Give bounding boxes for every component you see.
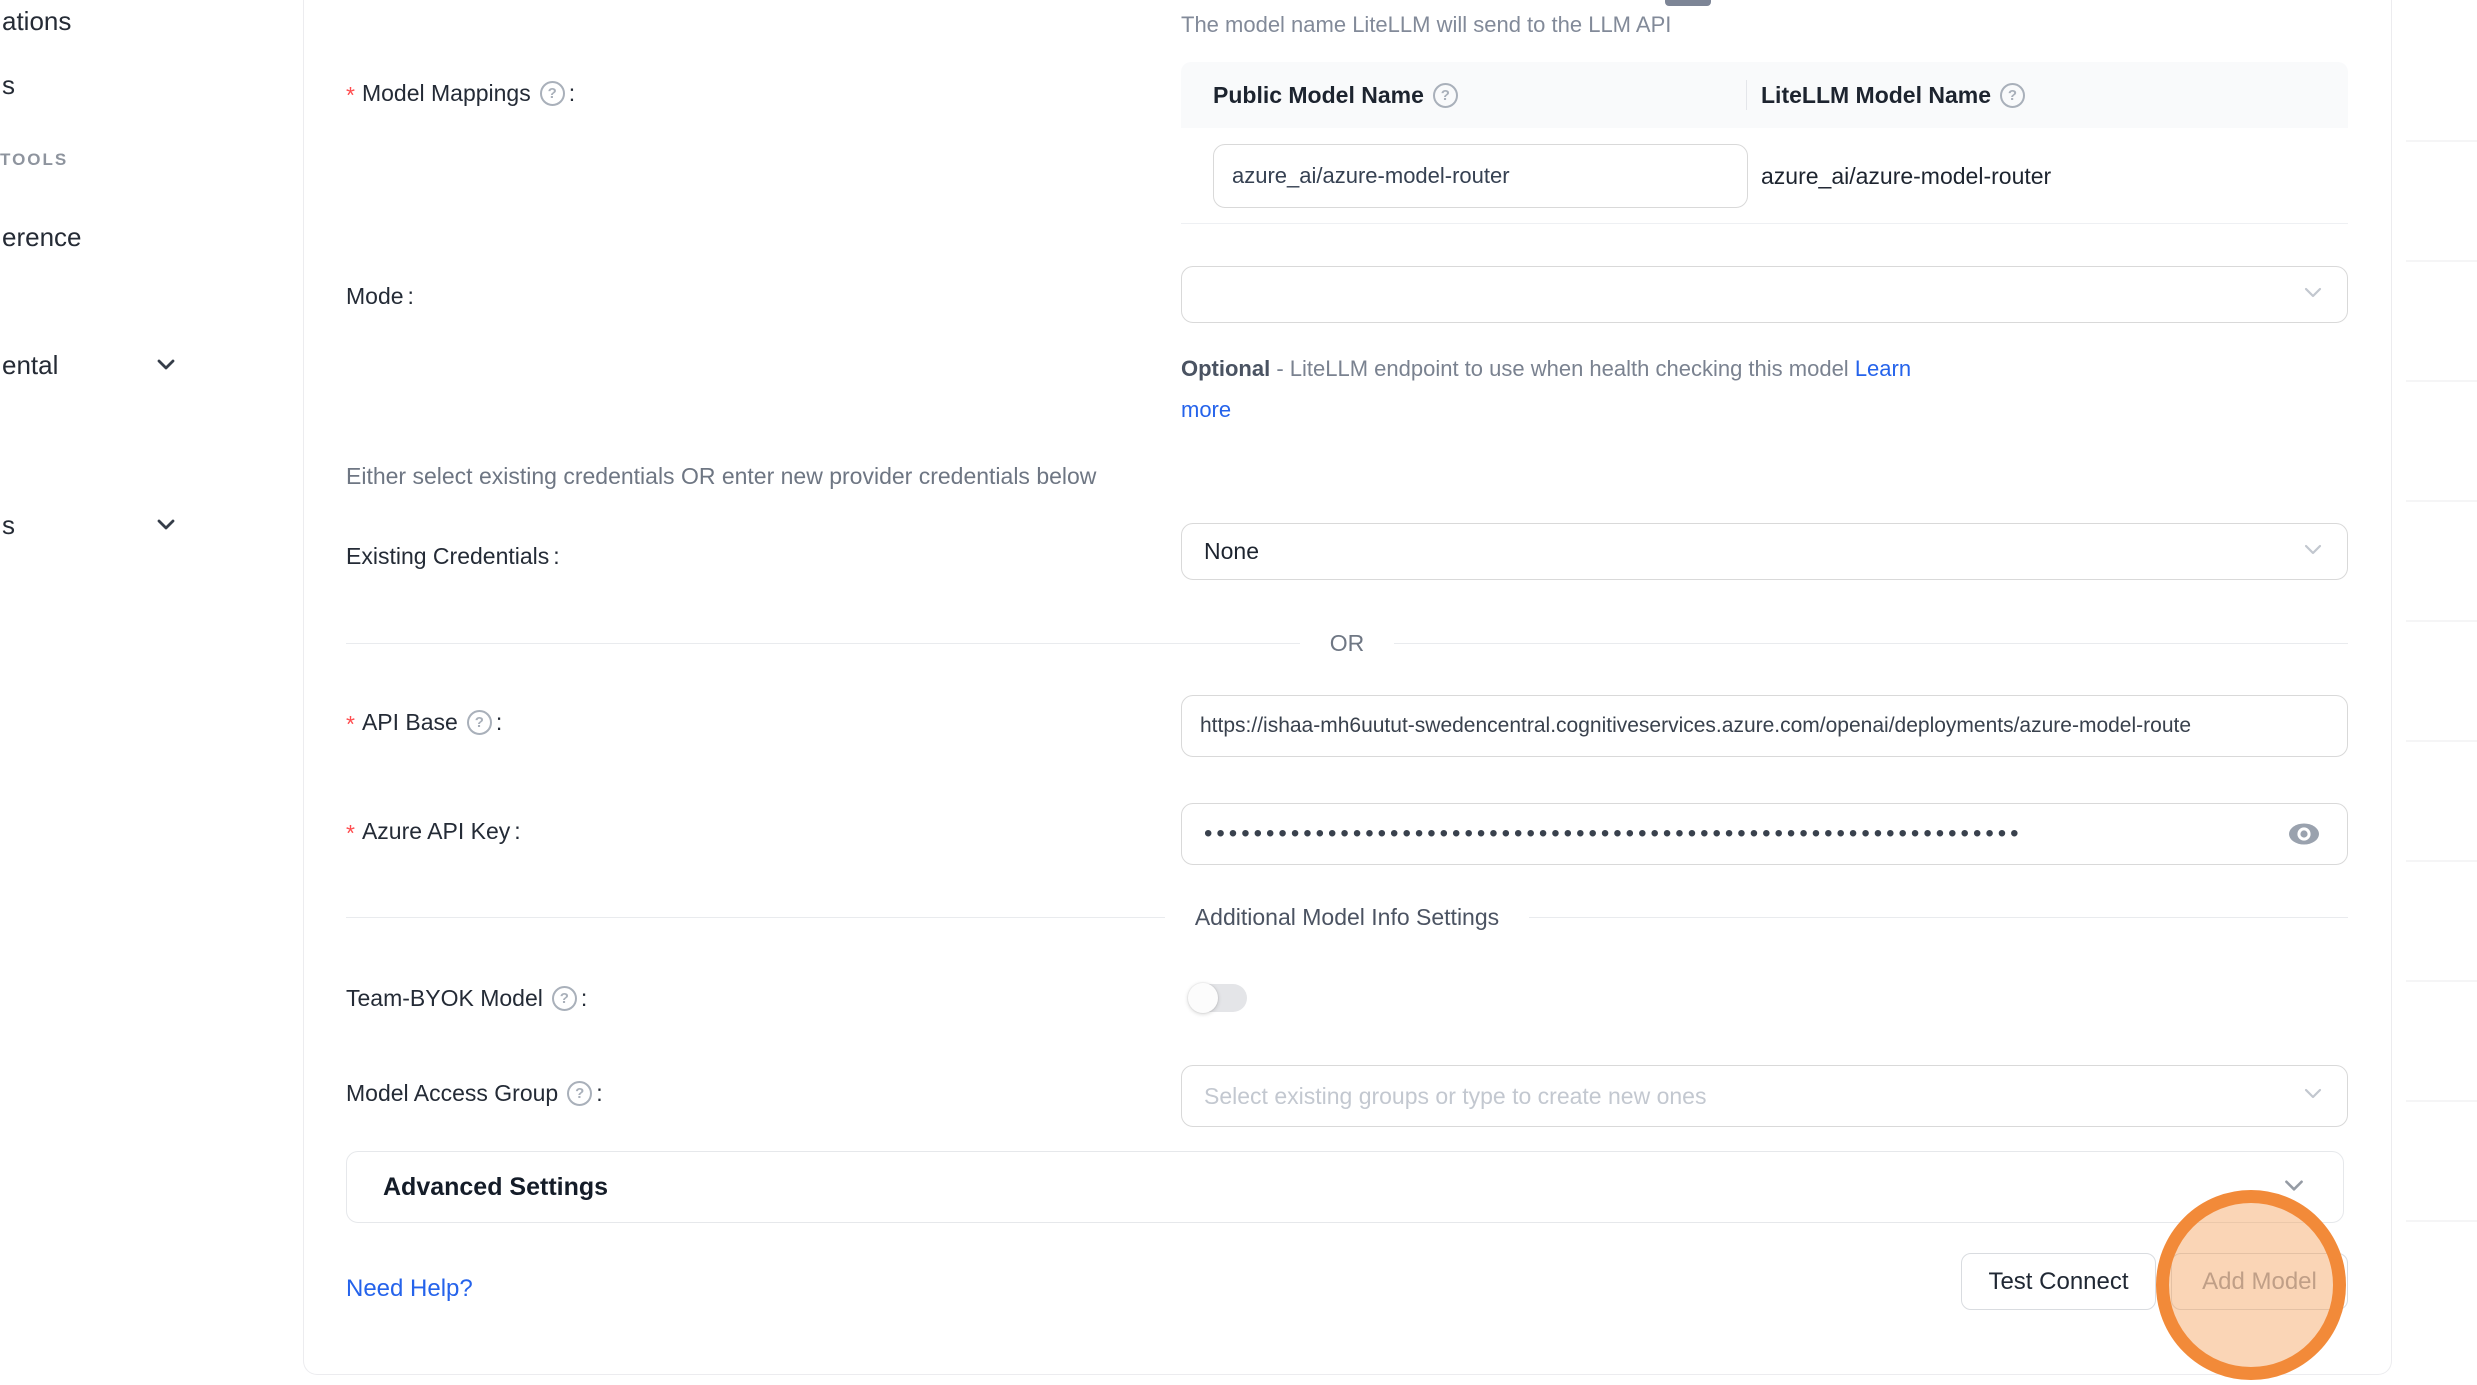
api-base-input[interactable] — [1181, 695, 2348, 757]
help-icon[interactable]: ? — [1433, 83, 1458, 108]
or-divider: OR — [346, 630, 2348, 657]
chevron-down-icon — [2281, 1172, 2307, 1203]
column-litellm-model-name: LiteLLM Model Name ? — [1746, 82, 2348, 109]
model-mappings-table: Public Model Name ? LiteLLM Model Name ?… — [1181, 62, 2348, 224]
sidebar-item-clipped[interactable]: s — [2, 70, 15, 101]
credentials-note: Either select existing credentials OR en… — [346, 463, 1096, 490]
help-icon[interactable]: ? — [467, 710, 492, 735]
azure-api-key-label: * Azure API Key : — [346, 818, 521, 845]
help-icon[interactable]: ? — [2000, 83, 2025, 108]
need-help-link[interactable]: Need Help? — [346, 1275, 473, 1303]
api-base-label: * API Base ? : — [346, 709, 502, 736]
model-mappings-table-header: Public Model Name ? LiteLLM Model Name ? — [1181, 62, 2348, 128]
test-connect-button[interactable]: Test Connect — [1961, 1253, 2156, 1310]
chevron-down-icon — [2301, 537, 2325, 567]
help-icon[interactable]: ? — [567, 1081, 592, 1106]
team-byok-toggle[interactable] — [1189, 984, 1247, 1012]
clipped-content-artifact — [1665, 0, 1711, 6]
required-asterisk: * — [346, 82, 355, 109]
team-byok-label: Team-BYOK Model ? : — [346, 985, 587, 1012]
advanced-settings-title: Advanced Settings — [383, 1173, 608, 1202]
model-access-group-select[interactable]: Select existing groups or type to create… — [1181, 1065, 2348, 1127]
mode-help-text: Optional - LiteLLM endpoint to use when … — [1181, 348, 1951, 430]
sidebar-item-clipped[interactable]: ental — [2, 350, 58, 381]
existing-credentials-select[interactable]: None — [1181, 523, 2348, 580]
sidebar-item-clipped[interactable]: ations — [2, 6, 71, 37]
chevron-down-icon — [2301, 1081, 2325, 1111]
litellm-model-name-value: azure_ai/azure-model-router — [1761, 128, 2051, 224]
sidebar-item-clipped[interactable]: erence — [2, 222, 82, 253]
mode-label: Mode: — [346, 283, 414, 310]
additional-info-divider: Additional Model Info Settings — [346, 904, 2348, 931]
advanced-settings-header[interactable]: Advanced Settings — [346, 1151, 2344, 1223]
column-public-model-name: Public Model Name ? — [1181, 82, 1746, 109]
sidebar: ations s TOOLS erence ental s — [0, 0, 302, 1385]
chevron-down-icon — [154, 352, 178, 381]
sidebar-section-header: TOOLS — [0, 150, 68, 170]
column-divider — [1746, 80, 1747, 110]
litellm-model-name-caption: The model name LiteLLM will send to the … — [1181, 12, 1671, 38]
help-icon[interactable]: ? — [540, 81, 565, 106]
required-asterisk: * — [346, 820, 355, 847]
existing-credentials-label: Existing Credentials: — [346, 543, 560, 570]
model-access-group-label: Model Access Group ? : — [346, 1080, 603, 1107]
model-access-group-placeholder: Select existing groups or type to create… — [1204, 1083, 1706, 1110]
chevron-down-icon — [2301, 280, 2325, 310]
model-mappings-label: * Model Mappings ? : — [346, 80, 575, 107]
mode-select[interactable] — [1181, 266, 2348, 323]
eye-icon[interactable] — [2285, 819, 2323, 849]
azure-api-key-input[interactable]: ••••••••••••••••••••••••••••••••••••••••… — [1181, 803, 2348, 865]
table-row: azure_ai/azure-model-router — [1181, 128, 2348, 224]
existing-credentials-value: None — [1204, 538, 1259, 565]
required-asterisk: * — [346, 711, 355, 738]
chevron-down-icon — [154, 512, 178, 541]
help-icon[interactable]: ? — [552, 986, 577, 1011]
add-model-form-panel: The model name LiteLLM will send to the … — [303, 0, 2392, 1375]
public-model-name-input[interactable] — [1213, 144, 1748, 208]
masked-api-key: ••••••••••••••••••••••••••••••••••••••••… — [1204, 804, 2224, 864]
add-model-button[interactable]: Add Model — [2171, 1253, 2348, 1310]
sidebar-item-clipped[interactable]: s — [2, 510, 15, 541]
toggle-knob — [1188, 983, 1218, 1013]
